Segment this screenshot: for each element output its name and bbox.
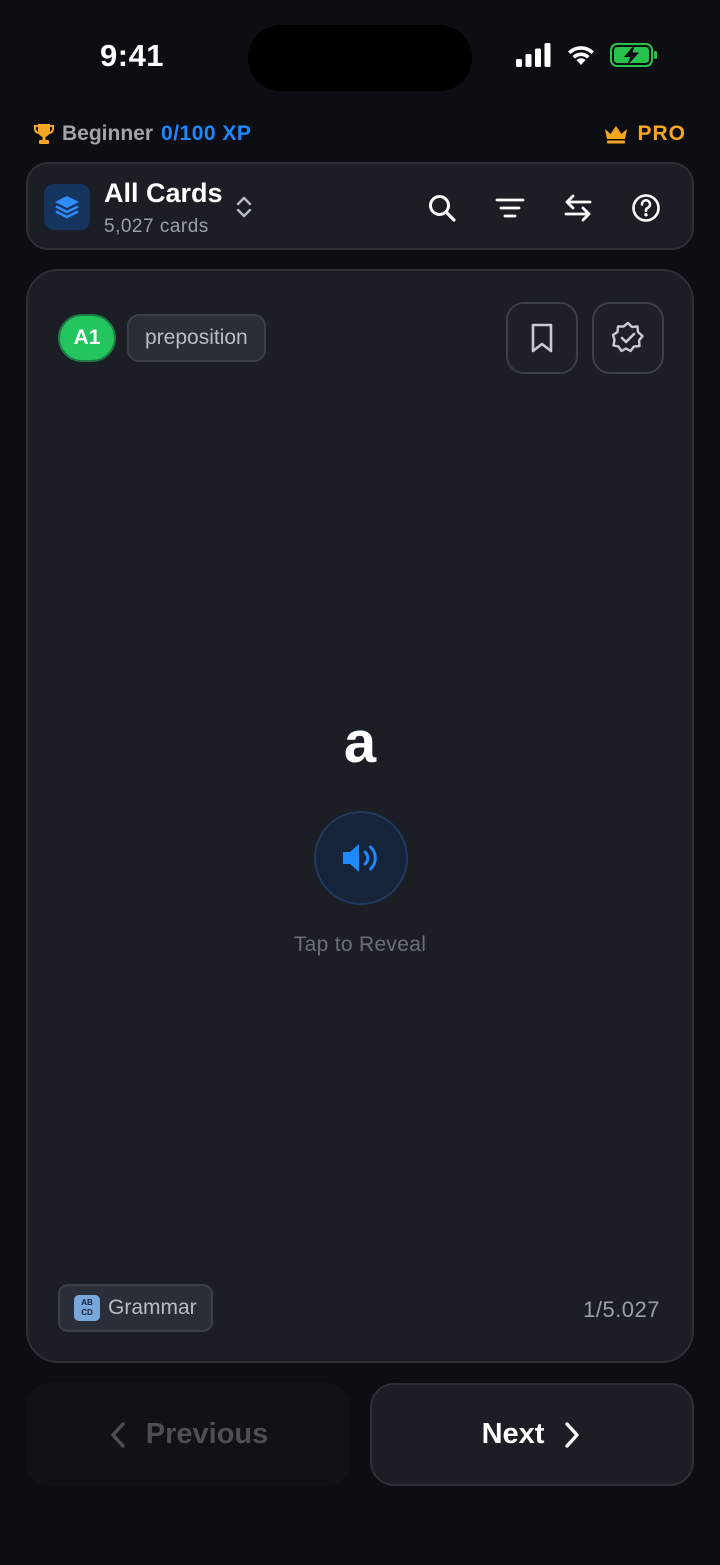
- next-button[interactable]: Next: [370, 1383, 694, 1486]
- category-label: Grammar: [108, 1296, 197, 1319]
- chevron-right-icon: [565, 1421, 580, 1448]
- filter-icon: [495, 198, 525, 218]
- part-of-speech-badge: preposition: [127, 314, 266, 362]
- swap-direction-button[interactable]: [558, 188, 598, 228]
- help-button[interactable]: [626, 188, 666, 228]
- swap-icon: [564, 194, 592, 222]
- pro-label: PRO: [637, 122, 686, 145]
- search-button[interactable]: [422, 188, 462, 228]
- xp-level-label: Beginner: [62, 122, 154, 145]
- status-icons: [516, 43, 658, 67]
- trophy-icon: [34, 124, 54, 144]
- crown-icon: [605, 126, 628, 144]
- flashcard-screen: 9:41 Beginner 0/100 XP PRO All Cards 5,0…: [0, 0, 720, 1565]
- wifi-icon: [568, 46, 594, 65]
- next-label: Next: [481, 1418, 545, 1450]
- signal-icon: [516, 43, 551, 67]
- previous-button[interactable]: Previous: [26, 1383, 350, 1486]
- pro-badge[interactable]: PRO: [603, 122, 686, 146]
- chevron-left-icon: [111, 1421, 125, 1448]
- deck-header: All Cards 5,027 cards: [26, 162, 694, 250]
- deck-card-count: 5,027 cards: [104, 216, 209, 237]
- card-word: a: [343, 710, 377, 775]
- status-time: 9:41: [100, 38, 165, 73]
- play-audio-button[interactable]: [314, 811, 408, 905]
- layers-icon: [44, 184, 90, 230]
- deck-title: All Cards: [104, 178, 223, 208]
- filter-button[interactable]: [490, 188, 530, 228]
- flashcard[interactable]: A1 preposition a Tap to Reveal AB CD Gram…: [26, 269, 694, 1363]
- previous-label: Previous: [145, 1418, 269, 1450]
- chevron-up-down-icon: [236, 196, 252, 218]
- bookmark-icon: [531, 323, 553, 353]
- help-icon: [632, 194, 660, 222]
- battery-charging-icon: [610, 43, 657, 67]
- dynamic-island: [248, 25, 472, 91]
- search-icon: [429, 195, 456, 222]
- category-badge: AB CD Grammar: [58, 1284, 213, 1332]
- tap-to-reveal-hint: Tap to Reveal: [293, 933, 427, 956]
- xp-progress[interactable]: Beginner 0/100 XP: [34, 122, 251, 146]
- badge-check-icon: [611, 321, 644, 353]
- speaker-icon: [343, 844, 377, 872]
- cefr-level-badge: A1: [58, 314, 116, 362]
- card-counter: 1/5.027: [583, 1297, 660, 1322]
- bookmark-button[interactable]: [506, 302, 578, 374]
- xp-value: 0/100 XP: [161, 122, 252, 145]
- mark-mastered-button[interactable]: [592, 302, 664, 374]
- abcd-icon: AB CD: [74, 1295, 100, 1321]
